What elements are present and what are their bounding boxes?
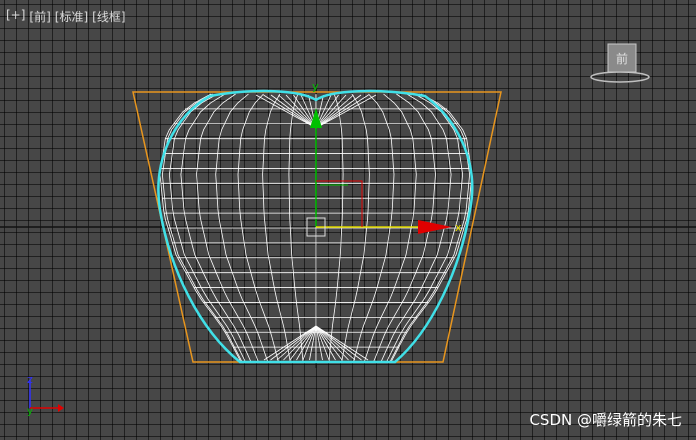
tripod-z-label: z xyxy=(27,373,33,386)
watermark: CSDN @嚼绿箭的朱七 xyxy=(529,411,682,429)
viewport-plus-menu[interactable]: [+] xyxy=(6,8,25,25)
tripod-x-arrow xyxy=(58,404,64,412)
gizmo-x-arrow[interactable] xyxy=(418,220,452,234)
viewport-label-menu: [+] [前] [标准] [线框] xyxy=(6,8,126,25)
wire-dimple xyxy=(255,94,317,129)
wire-dimple xyxy=(315,325,369,361)
viewcube-face-label: 前 xyxy=(616,51,628,66)
viewcube[interactable]: 前 xyxy=(590,40,650,86)
wire-dimple xyxy=(263,325,317,361)
gizmo-x-label: x xyxy=(455,221,462,234)
viewcube-ring[interactable] xyxy=(590,71,650,83)
viewport-view-menu[interactable]: [前] xyxy=(29,8,50,25)
viewport-display-menu[interactable]: [线框] xyxy=(92,8,125,25)
gizmo-plane-xy[interactable] xyxy=(316,180,363,227)
gizmo-y-label: y xyxy=(312,80,319,93)
tripod-y-label: y xyxy=(27,406,33,417)
viewport-shading-menu[interactable]: [标准] xyxy=(55,8,88,25)
wire-dimple xyxy=(315,94,377,129)
axis-tripod: z y xyxy=(27,373,64,417)
